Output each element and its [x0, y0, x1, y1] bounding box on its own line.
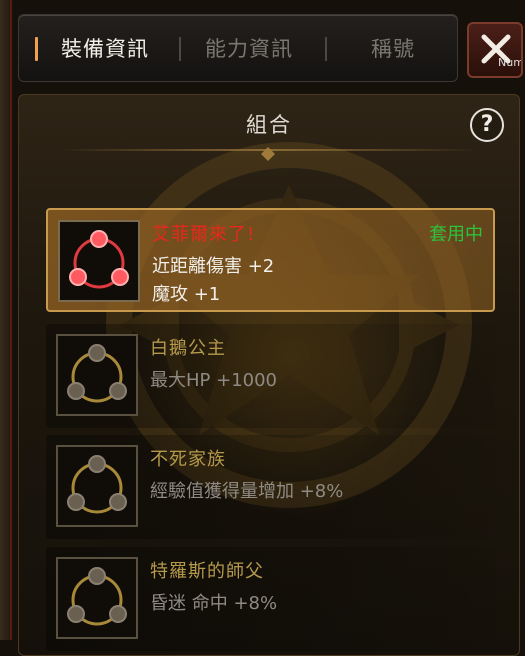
set-name: 特羅斯的師父 — [150, 561, 264, 582]
set-row-teros-master[interactable]: 特羅斯的師父 昏迷 命中 +8% — [46, 547, 495, 651]
background-game-scene — [0, 0, 12, 640]
set-name: 白鵝公主 — [150, 338, 226, 359]
set-icon — [56, 445, 138, 527]
set-effect: 近距離傷害 +2 — [152, 256, 275, 277]
set-effect: 昏迷 命中 +8% — [150, 593, 278, 614]
panel-title: 組合 — [246, 113, 292, 137]
triangle-set-icon — [69, 230, 129, 289]
set-name: 艾菲爾來了! — [152, 224, 256, 245]
overflow-label: Num — [498, 56, 523, 69]
close-button[interactable]: Num — [467, 22, 523, 78]
set-icon — [56, 557, 138, 639]
set-row-white-swan[interactable]: 白鵝公主 最大HP +1000 — [46, 324, 495, 428]
set-effect: 魔攻 +1 — [152, 284, 221, 305]
tab-bar: 裝備資訊 能力資訊 稱號 — [18, 14, 458, 82]
set-row-eiffel[interactable]: 艾菲爾來了! 套用中 近距離傷害 +2 魔攻 +1 — [46, 208, 495, 312]
triangle-set-icon — [67, 567, 127, 626]
set-row-undead-family[interactable]: 不死家族 經驗值獲得量增加 +8% — [46, 435, 495, 539]
tab-separator — [179, 37, 181, 61]
tab-separator — [325, 37, 327, 61]
tab-ability-info[interactable]: 能力資訊 — [205, 29, 293, 69]
set-icon — [58, 220, 140, 302]
triangle-set-icon — [67, 344, 127, 403]
set-status-badge: 套用中 — [429, 224, 483, 245]
set-effect: 最大HP +1000 — [150, 370, 278, 391]
active-tab-marker — [35, 37, 38, 61]
set-icon — [56, 334, 138, 416]
triangle-set-icon — [67, 455, 127, 514]
help-button[interactable]: ? — [470, 108, 504, 142]
ornament-icon — [261, 147, 275, 161]
tab-title[interactable]: 稱號 — [371, 29, 415, 69]
question-icon: ? — [480, 112, 494, 137]
tab-equipment-info[interactable]: 裝備資訊 — [61, 29, 149, 69]
set-name: 不死家族 — [150, 449, 226, 470]
set-combination-panel: 組合 ? 艾菲爾來了! 套用中 近距離傷害 +2 魔攻 +1 白鵝公主 最大HP… — [18, 94, 520, 656]
set-effect: 經驗值獲得量增加 +8% — [150, 481, 344, 502]
